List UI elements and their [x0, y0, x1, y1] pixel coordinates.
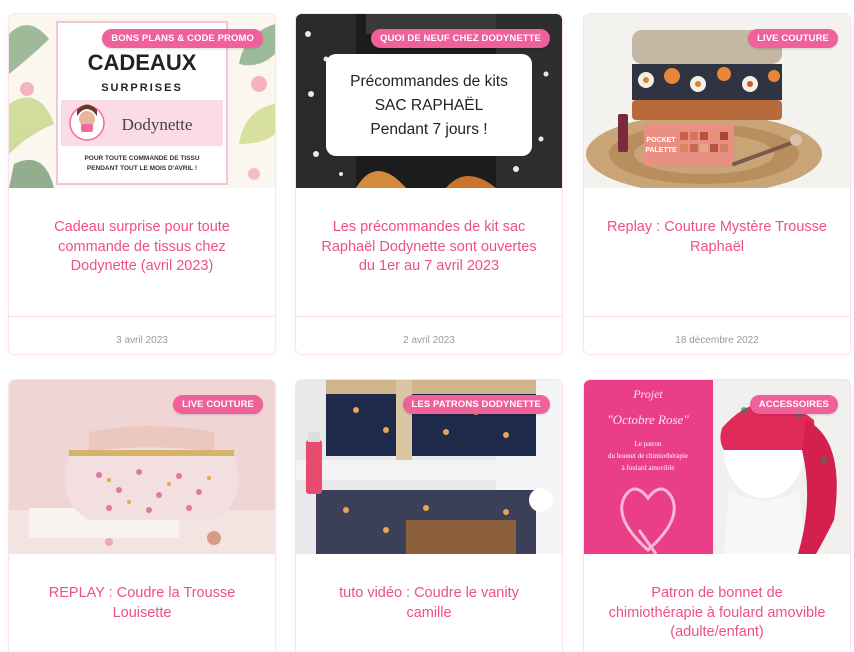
- category-badge[interactable]: LIVE COUTURE: [173, 395, 263, 414]
- project-line2: "Octobre Rose": [607, 412, 689, 427]
- post-card[interactable]: Projet "Octobre Rose" Le patron du bonne…: [584, 380, 850, 652]
- project-line1: Projet: [632, 387, 663, 401]
- category-badge[interactable]: LES PATRONS DODYNETTE: [402, 395, 550, 414]
- palette-line2: PALETTE: [645, 147, 677, 154]
- category-badge[interactable]: QUOI DE NEUF CHEZ DODYNETTE: [370, 29, 550, 48]
- post-thumbnail[interactable]: LIVE COUTURE: [9, 380, 275, 554]
- gift-line1: POUR TOUTE COMMANDE DE TISSU: [84, 155, 199, 162]
- post-card[interactable]: LIVE COUTURE REPLAY : Coudre la Trousse …: [9, 380, 275, 652]
- post-title[interactable]: REPLAY : Coudre la Trousse Louisette: [31, 584, 253, 623]
- post-thumbnail[interactable]: POCKET PALETTE LIVE COUTURE: [584, 14, 850, 188]
- post-thumbnail[interactable]: CADEAUX SURPRISES Dodynette POUR TOUTE C…: [9, 14, 275, 188]
- post-card[interactable]: Précommandes de kits SAC RAPHAËL Pendant…: [296, 14, 562, 354]
- category-badge[interactable]: ACCESSOIRES: [749, 395, 838, 414]
- preorder-line2: SAC RAPHAËL: [375, 97, 484, 114]
- post-card[interactable]: LES PATRONS DODYNETTE tuto vidéo : Coudr…: [296, 380, 562, 652]
- preorder-line1: Précommandes de kits: [350, 73, 508, 90]
- palette-line1: POCKET: [646, 137, 676, 144]
- post-thumbnail[interactable]: Projet "Octobre Rose" Le patron du bonne…: [584, 380, 850, 554]
- category-badge[interactable]: LIVE COUTURE: [748, 29, 838, 48]
- post-title[interactable]: Patron de bonnet de chimiothérapie à fou…: [606, 584, 828, 643]
- project-line5: à foulard amovible: [622, 464, 675, 472]
- post-date: 18 décembre 2022: [675, 335, 759, 346]
- post-card[interactable]: CADEAUX SURPRISES Dodynette POUR TOUTE C…: [9, 14, 275, 354]
- post-date: 2 avril 2023: [403, 335, 455, 346]
- post-card[interactable]: POCKET PALETTE LIVE COUTURE Replay : Cou…: [584, 14, 850, 354]
- post-thumbnail[interactable]: Précommandes de kits SAC RAPHAËL Pendant…: [296, 14, 562, 188]
- post-title[interactable]: Cadeau surprise pour toute commande de t…: [31, 218, 253, 277]
- gift-heading: CADEAUX: [88, 50, 197, 75]
- gift-subheading: SURPRISES: [101, 82, 183, 94]
- post-title[interactable]: tuto vidéo : Coudre le vanity camille: [318, 584, 540, 623]
- post-thumbnail[interactable]: LES PATRONS DODYNETTE: [296, 380, 562, 554]
- project-line3: Le patron: [634, 440, 662, 448]
- project-line4: du bonnet de chimiothérapie: [608, 452, 688, 460]
- post-title[interactable]: Les précommandes de kit sac Raphaël Dody…: [318, 218, 540, 277]
- post-date: 3 avril 2023: [116, 335, 168, 346]
- preorder-line3: Pendant 7 jours !: [370, 121, 487, 138]
- gift-line2: PENDANT TOUT LE MOIS D'AVRIL !: [87, 165, 197, 172]
- gift-brand: Dodynette: [122, 115, 193, 134]
- post-title[interactable]: Replay : Couture Mystère Trousse Raphaël: [606, 218, 828, 257]
- post-grid: CADEAUX SURPRISES Dodynette POUR TOUTE C…: [0, 0, 854, 652]
- category-badge[interactable]: BONS PLANS & CODE PROMO: [102, 29, 263, 48]
